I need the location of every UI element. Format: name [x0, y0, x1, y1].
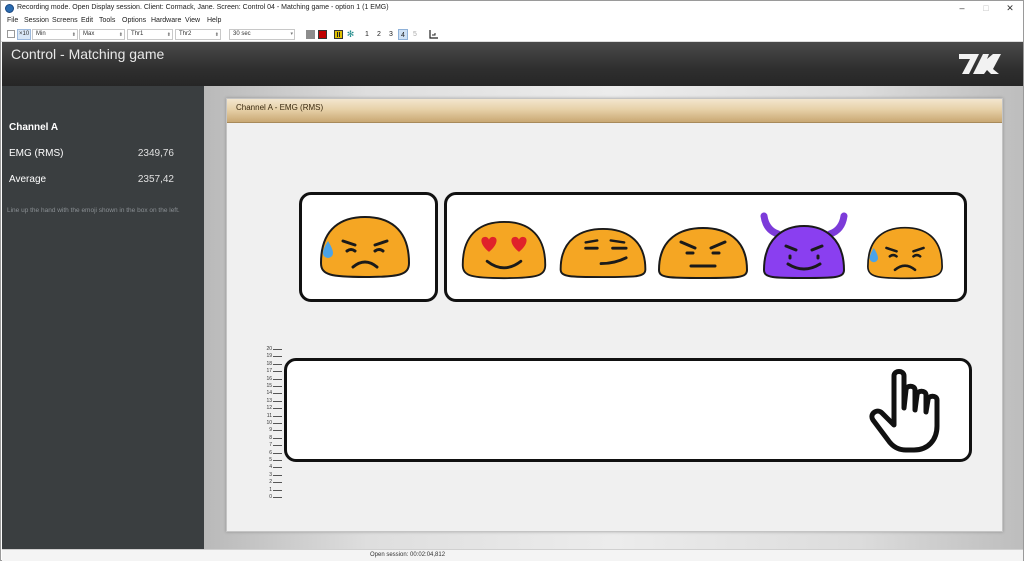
menu-options[interactable]: Options — [122, 17, 146, 24]
chevron-down-icon: ▾ — [290, 31, 293, 37]
minimize-button[interactable]: – — [951, 2, 973, 15]
chart-axis-icon[interactable] — [429, 30, 439, 39]
lock-checkbox[interactable] — [7, 30, 15, 38]
menu-hardware[interactable]: Hardware — [151, 17, 181, 24]
toolbar: ×10 Min ⬍ Max ⬍ Thr1 ⬍ Thr2 ⬍ 30 sec ▾ ✻ 1 2 … — [1, 27, 1023, 42]
menu-help[interactable]: Help — [207, 17, 221, 24]
menu-bar: File Session Screens Edit Tools Options … — [1, 16, 1023, 27]
scale-tick: 20 — [260, 346, 282, 353]
smirking-face-icon — [559, 227, 647, 279]
angry-face-icon — [657, 226, 749, 279]
menu-session[interactable]: Session — [24, 17, 49, 24]
page-title: Control - Matching game — [11, 46, 165, 62]
title-bar: Recording mode. Open Display session. Cl… — [1, 1, 1023, 16]
scale-tick: 1 — [260, 487, 282, 494]
heart-eyes-face-icon — [461, 220, 547, 280]
scale-tick: 4 — [260, 464, 282, 471]
header-banner: Control - Matching game — [2, 42, 1023, 86]
scale-tick: 0 — [260, 494, 282, 501]
scale-tick: 18 — [260, 361, 282, 368]
scale-tick: 17 — [260, 368, 282, 375]
emoji-options-box — [444, 192, 967, 302]
zoom-x10-button[interactable]: ×10 — [17, 29, 31, 40]
scale-tick: 16 — [260, 376, 282, 383]
scale-tick: 11 — [260, 413, 282, 420]
pause-icon[interactable] — [334, 30, 343, 39]
scale-tick: 9 — [260, 427, 282, 434]
scale-tick: 3 — [260, 472, 282, 479]
brand-logo — [957, 51, 1003, 82]
pointing-hand-icon[interactable] — [868, 368, 944, 454]
max-label: Max — [83, 31, 95, 37]
main-area: Channel A - EMG (RMS) 20 19 18 17 16 15 … — [204, 86, 1023, 549]
menu-file[interactable]: File — [7, 17, 18, 24]
screen-5-button[interactable]: 5 — [410, 29, 420, 40]
hand-track-box — [284, 358, 972, 462]
sidebar: Channel A EMG (RMS) 2349,76 Average 2357… — [2, 86, 204, 549]
scale-tick: 10 — [260, 420, 282, 427]
maximize-button[interactable]: □ — [975, 2, 997, 15]
close-button[interactable]: ✕ — [999, 2, 1021, 15]
scale-tick: 15 — [260, 383, 282, 390]
scale-tick: 6 — [260, 450, 282, 457]
thr2-label: Thr2 — [179, 31, 192, 37]
scale-tick: 5 — [260, 457, 282, 464]
red-color-button[interactable] — [318, 30, 327, 39]
average-label: Average — [9, 174, 47, 185]
window-title: Recording mode. Open Display session. Cl… — [17, 4, 389, 11]
thr2-field[interactable]: Thr2 ⬍ — [175, 29, 221, 40]
scale-tick: 8 — [260, 435, 282, 442]
scale-tick: 7 — [260, 442, 282, 449]
average-value: 2357,42 — [137, 174, 174, 185]
min-label: Min — [36, 31, 46, 37]
menu-view[interactable]: View — [185, 17, 200, 24]
gray-color-button[interactable] — [306, 30, 315, 39]
target-emoji-box — [299, 192, 438, 302]
smiling-devil-face-icon — [760, 212, 848, 279]
menu-screens[interactable]: Screens — [52, 17, 78, 24]
time-window-select[interactable]: 30 sec ▾ — [229, 29, 295, 40]
scale-tick: 2 — [260, 479, 282, 486]
status-bar: Open session: 00:02:04,812 — [2, 549, 1023, 561]
app-icon — [5, 4, 14, 13]
min-field[interactable]: Min ⬍ — [32, 29, 78, 40]
spin-arrows-icon: ⬍ — [166, 32, 171, 38]
screen-4-button[interactable]: 4 — [398, 29, 408, 40]
spin-arrows-icon: ⬍ — [71, 32, 76, 38]
session-timer: Open session: 00:02:04,812 — [370, 552, 446, 558]
scale-tick: 19 — [260, 353, 282, 360]
scale-tick: 14 — [260, 390, 282, 397]
game-panel: Channel A - EMG (RMS) 20 19 18 17 16 15 … — [226, 98, 1003, 532]
scale-tick: 12 — [260, 405, 282, 412]
emg-value: 2349,76 — [137, 148, 174, 159]
channel-label: Channel A — [9, 122, 59, 133]
spin-arrows-icon: ⬍ — [214, 32, 219, 38]
time-window-value: 30 sec — [233, 31, 251, 37]
thr1-label: Thr1 — [131, 31, 144, 37]
app-window: Recording mode. Open Display session. Cl… — [0, 0, 1024, 561]
panel-title: Channel A - EMG (RMS) — [227, 99, 1002, 123]
screen-1-button[interactable]: 1 — [362, 29, 372, 40]
gear-icon[interactable]: ✻ — [346, 30, 355, 39]
screen-3-button[interactable]: 3 — [386, 29, 396, 40]
emg-label: EMG (RMS) — [9, 148, 64, 159]
anxious-sweat-face-icon — [867, 226, 943, 280]
menu-edit[interactable]: Edit — [81, 17, 93, 24]
instruction-text: Line up the hand with the emoji shown in… — [7, 207, 180, 214]
thr1-field[interactable]: Thr1 ⬍ — [127, 29, 173, 40]
level-scale: 20 19 18 17 16 15 14 13 12 11 10 9 8 7 6 5 4 3 2 1 0 — [260, 346, 282, 501]
menu-tools[interactable]: Tools — [99, 17, 115, 24]
spin-arrows-icon: ⬍ — [118, 32, 123, 38]
scale-tick: 13 — [260, 398, 282, 405]
screen-2-button[interactable]: 2 — [374, 29, 384, 40]
max-field[interactable]: Max ⬍ — [79, 29, 125, 40]
anxious-sweat-face-icon — [319, 215, 411, 279]
